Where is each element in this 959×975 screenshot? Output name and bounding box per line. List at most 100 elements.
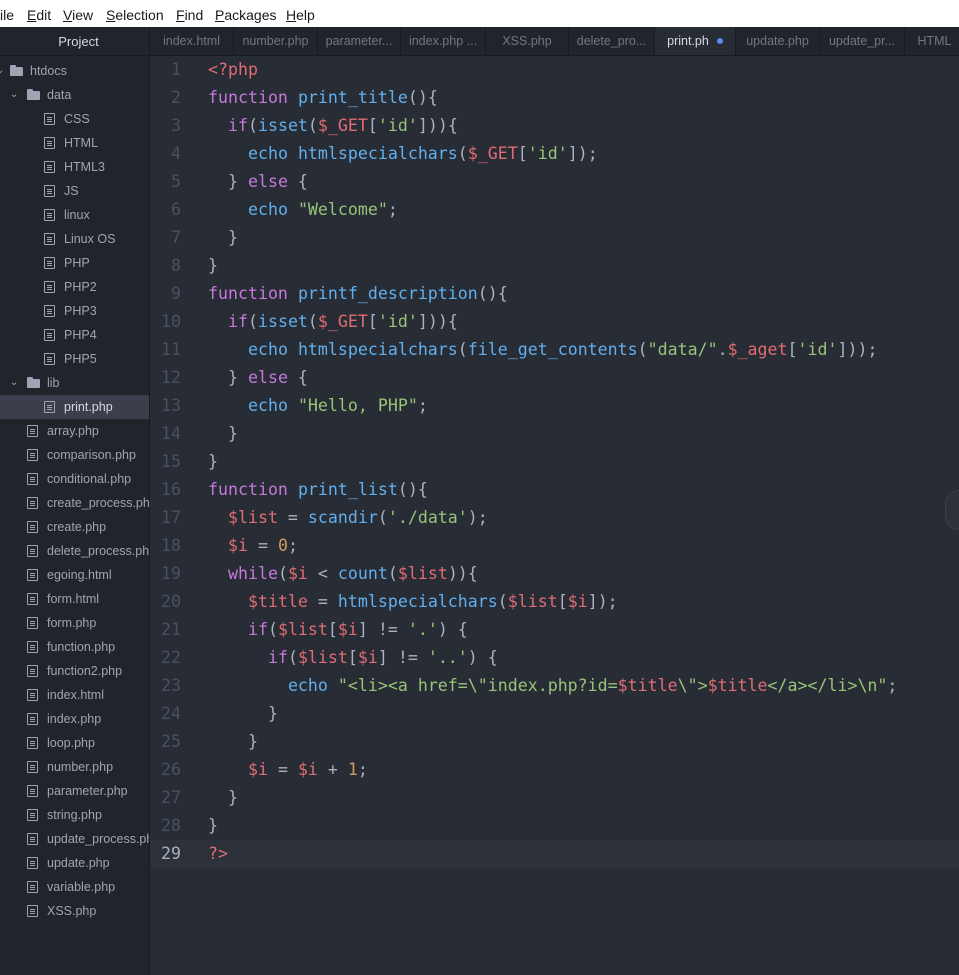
tab-number-php[interactable]: number.php xyxy=(234,27,318,55)
tree-folder-data[interactable]: ⌄ data xyxy=(0,83,149,107)
code-line[interactable]: 8} xyxy=(150,252,959,280)
code-line[interactable]: 15} xyxy=(150,448,959,476)
tab-print-ph[interactable]: print.ph xyxy=(655,27,736,55)
code-line[interactable]: 21 if($list[$i] != '.') { xyxy=(150,616,959,644)
code-line[interactable]: 18 $i = 0; xyxy=(150,532,959,560)
menu-packages[interactable]: Packages xyxy=(215,7,277,23)
tree-file-array-php[interactable]: array.php xyxy=(0,419,149,443)
tree-file-index-php[interactable]: index.php xyxy=(0,707,149,731)
code-line[interactable]: 13 echo "Hello, PHP"; xyxy=(150,392,959,420)
tree-file-css[interactable]: CSS xyxy=(0,107,149,131)
tree-file-php5[interactable]: PHP5 xyxy=(0,347,149,371)
code-line[interactable]: 1 <?php xyxy=(150,56,959,84)
tab-delete-pro[interactable]: delete_pro... xyxy=(569,27,655,55)
tree-file-function-php[interactable]: function.php xyxy=(0,635,149,659)
code-line[interactable]: 28} xyxy=(150,812,959,840)
tree-file-create-process-php[interactable]: create_process.php xyxy=(0,491,149,515)
tree-file-conditional-php[interactable]: conditional.php xyxy=(0,467,149,491)
tab-label: number.php xyxy=(242,34,309,48)
code-line[interactable]: 2 function print_title(){ xyxy=(150,84,959,112)
tree-file-index-html[interactable]: index.html xyxy=(0,683,149,707)
tree-item-label: conditional.php xyxy=(47,472,132,486)
tree-file-js[interactable]: JS xyxy=(0,179,149,203)
chevron-down-icon[interactable]: ⌄ xyxy=(10,83,18,107)
code-line[interactable]: 9 function printf_description(){ xyxy=(150,280,959,308)
tab-html[interactable]: HTML xyxy=(905,27,959,55)
tree-file-form-php[interactable]: form.php xyxy=(0,611,149,635)
code-line[interactable]: 20 $title = htmlspecialchars($list[$i]); xyxy=(150,588,959,616)
tab-update-pr[interactable]: update_pr... xyxy=(820,27,905,55)
tree-folder-lib[interactable]: ⌄ lib xyxy=(0,371,149,395)
file-icon xyxy=(27,785,38,797)
menu-help[interactable]: Help xyxy=(286,7,315,23)
code-line[interactable]: 12 } else { xyxy=(150,364,959,392)
tree-file-function2-php[interactable]: function2.php xyxy=(0,659,149,683)
tree-file-string-php[interactable]: string.php xyxy=(0,803,149,827)
code-line[interactable]: 4 echo htmlspecialchars($_GET['id']); xyxy=(150,140,959,168)
tree-item-label: XSS.php xyxy=(47,904,97,918)
code-line[interactable]: 16 function print_list(){ xyxy=(150,476,959,504)
tab-index-php[interactable]: index.php ... xyxy=(401,27,486,55)
code-line[interactable]: 6 echo "Welcome"; xyxy=(150,196,959,224)
code-line[interactable]: 29 ?> xyxy=(150,840,959,868)
tab-update-php[interactable]: update.php xyxy=(736,27,820,55)
tree-item-label: comparison.php xyxy=(47,448,136,462)
tree-file-comparison-php[interactable]: comparison.php xyxy=(0,443,149,467)
code-line[interactable]: 5 } else { xyxy=(150,168,959,196)
tree-file-php2[interactable]: PHP2 xyxy=(0,275,149,299)
tree-file-form-html[interactable]: form.html xyxy=(0,587,149,611)
code-line[interactable]: 14 } xyxy=(150,420,959,448)
tree-item-label: array.php xyxy=(47,424,99,438)
folder-icon xyxy=(10,65,23,76)
code-line[interactable]: 23 echo "<li><a href=\"index.php?id=$tit… xyxy=(150,672,959,700)
tab-xss-php[interactable]: XSS.php xyxy=(486,27,569,55)
tree-file-delete-process-php[interactable]: delete_process.php xyxy=(0,539,149,563)
tree-folder-htdocs[interactable]: ⌄ htdocs xyxy=(0,59,149,83)
tree-file-linux[interactable]: linux xyxy=(0,203,149,227)
tree-file-html[interactable]: HTML xyxy=(0,131,149,155)
tree-file-php3[interactable]: PHP3 xyxy=(0,299,149,323)
menu-selection[interactable]: Selection xyxy=(106,7,164,23)
code-line[interactable]: 11 echo htmlspecialchars(file_get_conten… xyxy=(150,336,959,364)
tree-item-label: PHP4 xyxy=(64,328,97,342)
tab-index-html[interactable]: index.html xyxy=(150,27,234,55)
menu-bar: ile Edit View Selection Find Packages Help xyxy=(0,0,959,27)
tree-file-print-php[interactable]: print.php xyxy=(0,395,149,419)
tree-file-update-process-php[interactable]: update_process.php xyxy=(0,827,149,851)
tree-file-create-php[interactable]: create.php xyxy=(0,515,149,539)
code-line[interactable]: 10 if(isset($_GET['id'])){ xyxy=(150,308,959,336)
tree-file-number-php[interactable]: number.php xyxy=(0,755,149,779)
code-editor[interactable]: 1 <?php 2 function print_title(){3 if(isset… xyxy=(150,56,959,975)
code-line[interactable]: 24 } xyxy=(150,700,959,728)
tree-file-egoing-html[interactable]: egoing.html xyxy=(0,563,149,587)
file-icon xyxy=(27,569,38,581)
tree-file-parameter-php[interactable]: parameter.php xyxy=(0,779,149,803)
tree-file-html3[interactable]: HTML3 xyxy=(0,155,149,179)
menu-find[interactable]: Find xyxy=(176,7,203,23)
code-line[interactable]: 25 } xyxy=(150,728,959,756)
tree-item-label: CSS xyxy=(64,112,90,126)
code-line[interactable]: 7 } xyxy=(150,224,959,252)
code-line[interactable]: 19 while($i < count($list)){ xyxy=(150,560,959,588)
tree-file-linux-os[interactable]: Linux OS xyxy=(0,227,149,251)
chevron-down-icon[interactable]: ⌄ xyxy=(10,371,18,395)
code-line[interactable]: 3 if(isset($_GET['id'])){ xyxy=(150,112,959,140)
menu-edit[interactable]: Edit xyxy=(27,7,51,23)
tree-file-php4[interactable]: PHP4 xyxy=(0,323,149,347)
code-line[interactable]: 26 $i = $i + 1; xyxy=(150,756,959,784)
tree-file-xss-php[interactable]: XSS.php xyxy=(0,899,149,923)
menu-ile[interactable]: ile xyxy=(0,7,14,23)
scrollbar-handle[interactable] xyxy=(945,490,959,530)
code-line[interactable]: 17 $list = scandir('./data'); xyxy=(150,504,959,532)
tree-item-label: PHP2 xyxy=(64,280,97,294)
tree-file-php[interactable]: PHP xyxy=(0,251,149,275)
chevron-down-icon[interactable]: ⌄ xyxy=(0,59,4,83)
code-line[interactable]: 22 if($list[$i] != '..') { xyxy=(150,644,959,672)
tree-file-variable-php[interactable]: variable.php xyxy=(0,875,149,899)
menu-view[interactable]: View xyxy=(63,7,93,23)
tree-file-update-php[interactable]: update.php xyxy=(0,851,149,875)
code-line[interactable]: 27 } xyxy=(150,784,959,812)
line-number: 24 xyxy=(161,704,181,723)
tab-parameter[interactable]: parameter... xyxy=(318,27,401,55)
tree-file-loop-php[interactable]: loop.php xyxy=(0,731,149,755)
